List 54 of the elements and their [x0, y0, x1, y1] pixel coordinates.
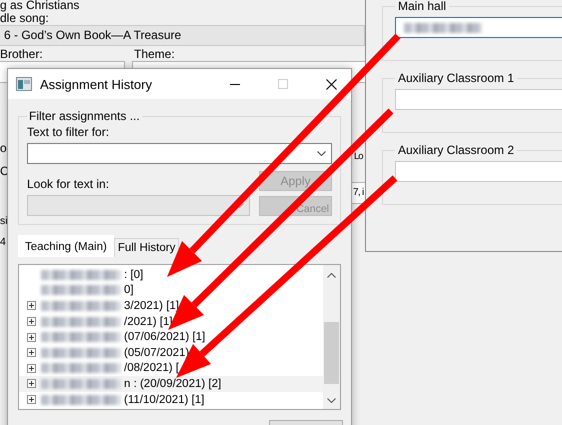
row-text: : [0]	[124, 268, 144, 281]
field-label: Theme:	[134, 47, 175, 61]
expand-icon[interactable]	[27, 348, 36, 358]
filter-combobox[interactable]	[27, 143, 332, 164]
row-text: n : (20/09/2021) [2]	[124, 378, 222, 390]
dropdown-icon	[317, 151, 326, 156]
expand-icon[interactable]	[27, 364, 36, 373]
expand-icon[interactable]	[27, 379, 36, 388]
caption-text: g as Christians	[0, 0, 80, 11]
scroll-thumb[interactable]	[324, 322, 339, 384]
field-label: Brother:	[0, 47, 43, 61]
scrollbar[interactable]	[323, 265, 340, 409]
field-combobox[interactable]	[27, 195, 250, 216]
partial-text: 4	[0, 236, 6, 248]
partial-text: o	[0, 141, 7, 155]
tree-row[interactable]: n : (20/09/2021) [2]	[19, 376, 323, 392]
name-field[interactable]	[395, 17, 562, 38]
name-field[interactable]	[395, 89, 562, 110]
tree-row[interactable]: /08/2021) [	[19, 360, 323, 376]
group-title: Auxiliary Classroom 1	[397, 71, 516, 85]
tab[interactable]: Teaching (Main)	[18, 235, 114, 257]
tree-row[interactable]: (05/07/2021)	[19, 344, 323, 361]
row-text: 3/2021) [1]	[124, 300, 179, 312]
field-label: dle song:	[0, 11, 49, 25]
row-text: /08/2021) [	[124, 362, 179, 374]
group-title: Filter assignments ...	[28, 109, 141, 123]
row-text: (05/07/2021)	[124, 346, 190, 359]
group-title: Main hall	[397, 0, 448, 13]
partial-text: 7, i	[353, 187, 364, 198]
window-title: Assignment History	[40, 76, 152, 92]
close-icon[interactable]	[326, 78, 337, 90]
tree-row[interactable]: (07/06/2021) [1]	[19, 329, 323, 345]
tree-row[interactable]: : [0]	[19, 267, 323, 283]
name-field[interactable]	[395, 161, 562, 182]
tab[interactable]: Full History	[114, 238, 180, 257]
expand-icon[interactable]	[27, 317, 36, 326]
partial-text: Lo	[354, 151, 363, 162]
song-field[interactable]: 6 - God’s Own Book—A Treasure	[0, 25, 365, 46]
field-label: Look for text in:	[27, 177, 110, 191]
group-title: Auxiliary Classroom 2	[397, 143, 516, 157]
tree-row[interactable]: 3/2021) [1]	[19, 298, 323, 314]
expand-icon[interactable]	[27, 301, 36, 310]
row-text: (11/10/2021) [1]	[124, 394, 204, 406]
expand-icon[interactable]	[27, 395, 36, 404]
scroll-down-icon[interactable]	[327, 398, 336, 403]
row-text: (07/06/2021) [1]	[124, 331, 206, 344]
expand-icon[interactable]	[27, 332, 36, 342]
tree-row[interactable]: 0]	[19, 282, 323, 298]
partial-text: si	[0, 215, 8, 227]
field-label: Text to filter for:	[27, 125, 110, 139]
tree-row[interactable]: (11/10/2021) [1]	[19, 392, 323, 408]
app-icon	[16, 77, 32, 91]
scroll-up-icon[interactable]	[327, 273, 336, 278]
row-text: 0]	[124, 284, 134, 296]
